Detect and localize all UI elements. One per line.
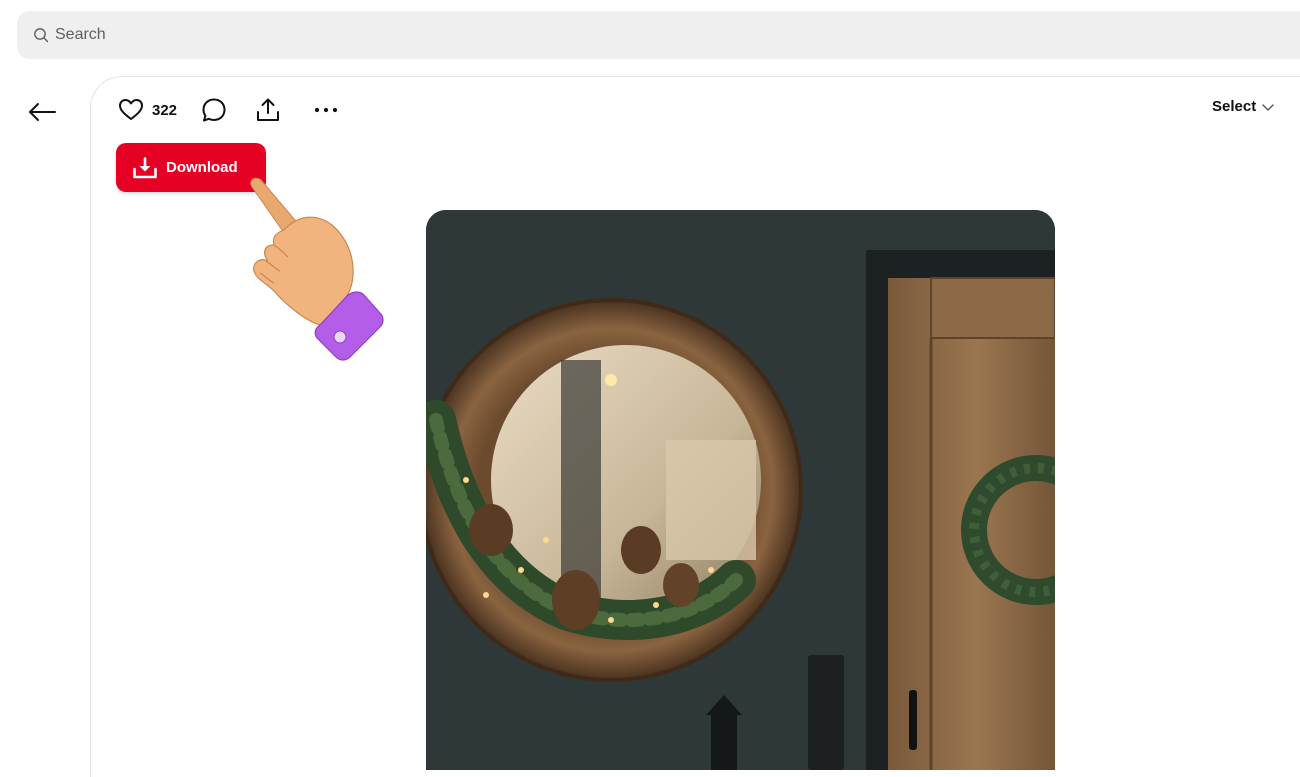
chevron-down-icon	[1262, 103, 1274, 111]
select-label: Select	[1212, 98, 1257, 115]
download-label: Download	[166, 159, 238, 176]
pointing-hand-icon	[236, 175, 386, 370]
select-dropdown[interactable]: Select	[1212, 98, 1276, 115]
search-bar[interactable]: Search	[17, 11, 1300, 59]
download-icon	[133, 156, 157, 178]
arrow-left-icon	[29, 103, 56, 121]
comment-icon	[202, 98, 226, 122]
back-button[interactable]	[27, 96, 59, 128]
more-button[interactable]	[313, 94, 339, 126]
share-button[interactable]	[255, 94, 281, 126]
more-icon	[314, 107, 338, 113]
like-count: 322	[152, 101, 178, 119]
search-placeholder: Search	[55, 26, 106, 43]
pin-toolbar: 322	[118, 94, 339, 126]
share-icon	[257, 98, 280, 121]
heart-icon	[119, 99, 143, 120]
comment-button[interactable]	[201, 94, 227, 126]
pin-image[interactable]	[426, 210, 1055, 770]
like-button[interactable]: 322	[118, 94, 201, 126]
search-icon	[34, 28, 49, 43]
